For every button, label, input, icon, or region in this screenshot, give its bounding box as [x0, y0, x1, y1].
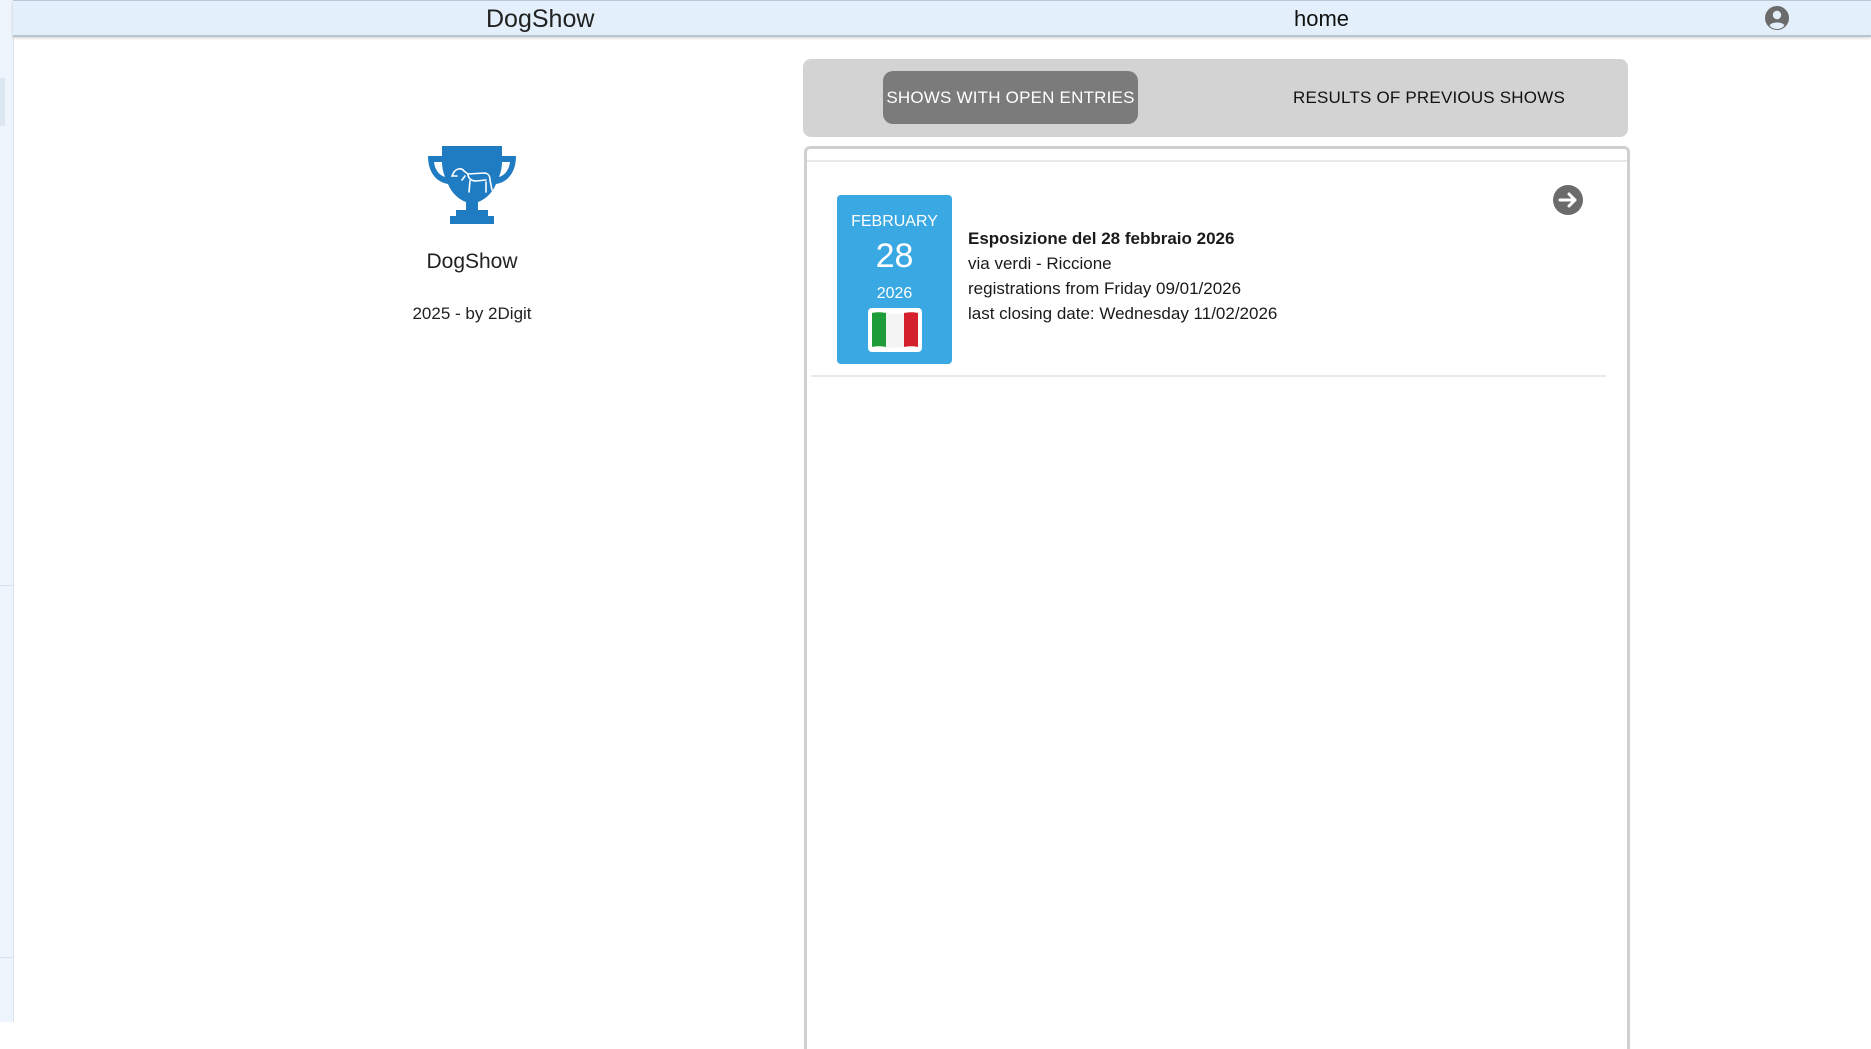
- show-list-item[interactable]: FEBRUARY 28 2026 Esposizione del 28 febb…: [811, 185, 1606, 377]
- show-tabs: SHOWS WITH OPEN ENTRIES RESULTS OF PREVI…: [803, 59, 1628, 137]
- edge-divider: [0, 957, 13, 958]
- brand-name: DogShow: [426, 250, 518, 273]
- panel-divider: [807, 160, 1627, 162]
- brand-credit: 2025 - by 2Digit: [412, 304, 532, 323]
- trophy-dog-icon: [428, 146, 516, 224]
- show-closing-date: last closing date: Wednesday 11/02/2026: [968, 304, 1278, 323]
- edge-divider: [0, 585, 13, 586]
- show-list-panel: FEBRUARY 28 2026 Esposizione del 28 febb…: [804, 146, 1630, 1049]
- show-details: Esposizione del 28 febbraio 2026 via ver…: [968, 226, 1277, 326]
- show-title: Esposizione del 28 febbraio 2026: [968, 229, 1235, 248]
- edge-marker: [0, 78, 5, 126]
- show-location: via verdi - Riccione: [968, 254, 1112, 273]
- date-day: 28: [875, 237, 914, 275]
- show-registrations: registrations from Friday 09/01/2026: [968, 279, 1242, 298]
- nav-home-link[interactable]: home: [1294, 6, 1349, 32]
- arrow-right-circle-icon[interactable]: [1552, 184, 1584, 216]
- tab-previous-results[interactable]: RESULTS OF PREVIOUS SHOWS: [1263, 71, 1595, 124]
- date-month: FEBRUARY: [851, 213, 938, 230]
- left-edge-strip: [0, 0, 14, 1022]
- date-year: 2026: [876, 285, 913, 302]
- account-circle-icon[interactable]: [1764, 5, 1790, 31]
- top-app-bar: DogShow home: [13, 0, 1871, 37]
- tab-open-entries[interactable]: SHOWS WITH OPEN ENTRIES: [883, 71, 1138, 124]
- italy-flag-icon: [868, 308, 922, 352]
- date-badge: FEBRUARY 28 2026: [837, 195, 952, 364]
- app-title[interactable]: DogShow: [486, 5, 594, 34]
